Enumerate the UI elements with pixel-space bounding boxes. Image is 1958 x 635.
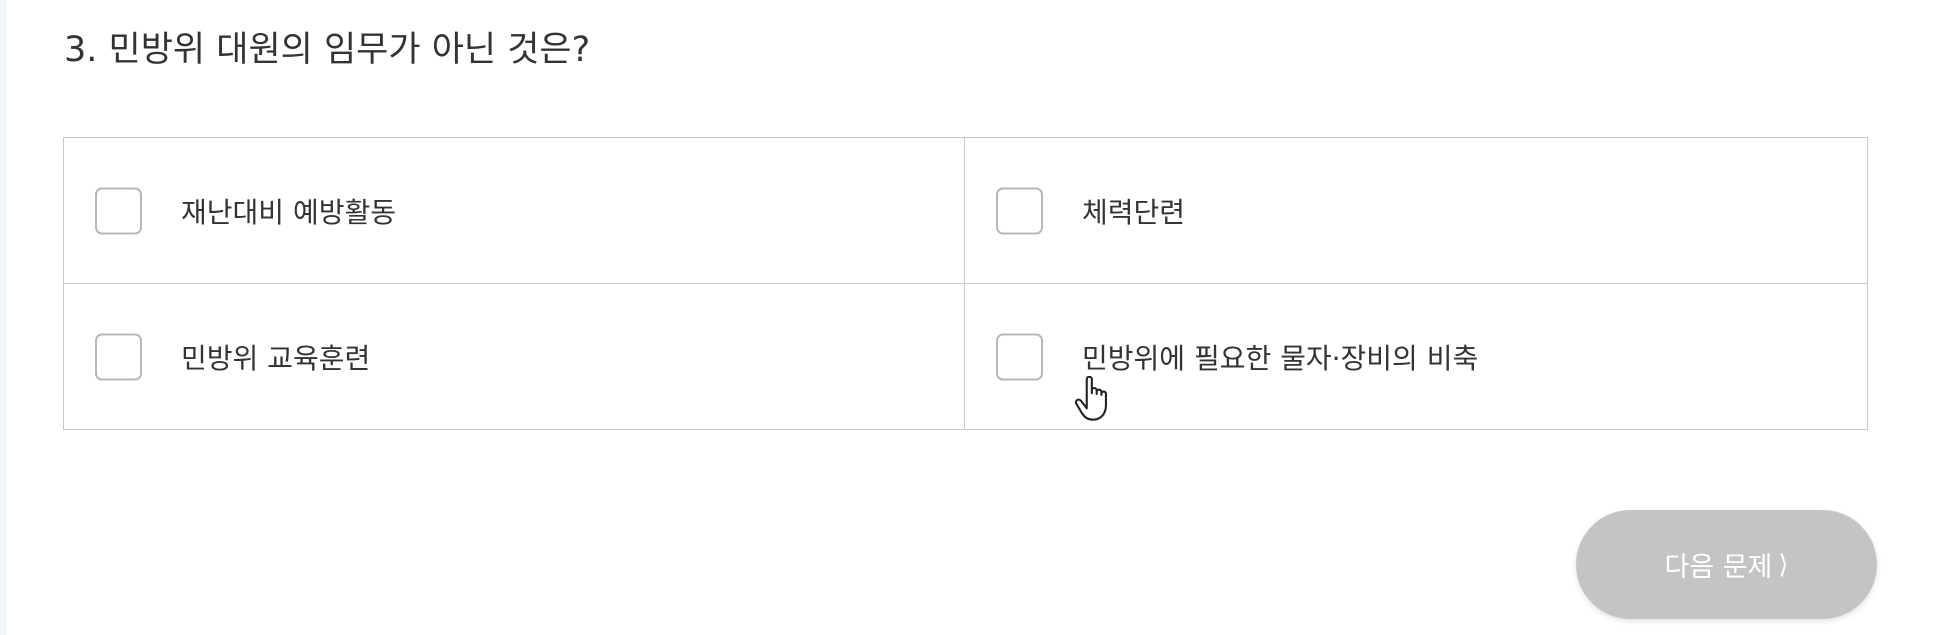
option-3[interactable]: 민방위 교육훈련: [64, 284, 965, 429]
option-3-checkbox[interactable]: [95, 333, 142, 380]
option-1[interactable]: 재난대비 예방활동: [64, 138, 965, 284]
option-3-label: 민방위 교육훈련: [181, 341, 371, 375]
question-title: 3. 민방위 대원의 임무가 아닌 것은?: [64, 30, 591, 70]
next-question-button[interactable]: 다음 문제 ⟩: [1576, 510, 1877, 619]
option-4-label: 민방위에 필요한 물자·장비의 비축: [1082, 341, 1479, 375]
option-1-checkbox[interactable]: [95, 187, 142, 234]
option-4-checkbox[interactable]: [996, 333, 1043, 380]
next-question-label: 다음 문제: [1664, 552, 1773, 583]
option-1-label: 재난대비 예방활동: [181, 195, 396, 229]
left-panel-edge: [0, 0, 6, 635]
hand-pointer-cursor-icon: [1074, 376, 1107, 421]
option-2-checkbox[interactable]: [996, 187, 1043, 234]
options-table: 재난대비 예방활동 체력단련 민방위 교육훈련 민방위에 필요한 물자·장비의 …: [63, 137, 1868, 430]
chevron-right-icon: ⟩: [1778, 549, 1789, 580]
option-2-label: 체력단련: [1082, 195, 1186, 229]
option-2[interactable]: 체력단련: [965, 138, 1867, 284]
